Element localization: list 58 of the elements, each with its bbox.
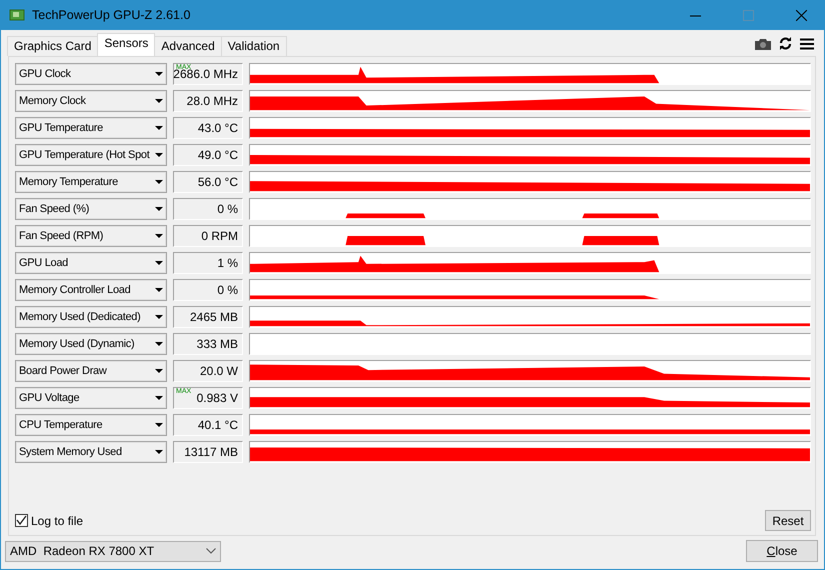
sensor-dropdown[interactable]: Fan Speed (%) [15, 198, 167, 220]
window-title: TechPowerUp GPU-Z 2.61.0 [32, 8, 192, 22]
sensor-dropdown[interactable]: Memory Used (Dynamic) [15, 333, 167, 355]
camera-icon[interactable] [755, 38, 771, 50]
sensor-reading: 43.0 °C [173, 117, 243, 139]
close-icon[interactable] [796, 10, 806, 20]
sensor-reading: 49.0 °C [173, 144, 243, 166]
sensor-dropdown[interactable]: Board Power Draw [15, 360, 167, 382]
close-button[interactable]: Close [746, 540, 818, 562]
sensor-reading: 0 RPM [173, 225, 243, 247]
caret-icon [155, 72, 163, 76]
caret-icon [155, 342, 163, 346]
caret-icon [155, 450, 163, 454]
checkbox-label: Log to file [31, 514, 84, 528]
tab[interactable]: Validation [220, 36, 287, 56]
sensor-dropdown[interactable]: GPU Clock [15, 63, 167, 85]
chevron-icon [206, 548, 216, 554]
sensor-reading: 0 % [173, 279, 243, 301]
caret-icon [155, 234, 163, 238]
sensor-dropdown[interactable]: GPU Load [15, 252, 167, 274]
sensor-dropdown[interactable]: GPU Voltage [15, 387, 167, 409]
caret-icon [155, 368, 163, 374]
graphics-card-icon [9, 8, 25, 22]
refresh-icon[interactable] [779, 37, 792, 50]
sensor-dropdown[interactable]: GPU Temperature [15, 117, 167, 139]
sensor-dropdown[interactable]: Memory Controller Load [15, 279, 167, 301]
caret-icon [155, 206, 163, 212]
reset-button[interactable]: Reset [765, 510, 811, 531]
sensor-reading: 20.0 W [173, 360, 243, 382]
sensor-reading: 56.0 °C [173, 171, 243, 193]
caret-icon [155, 126, 163, 130]
sensor-reading: 13117 MB [173, 441, 243, 463]
tab[interactable]: Graphics Card [7, 36, 98, 56]
caret-icon [155, 260, 163, 266]
caret-icon [155, 314, 163, 320]
sensor-reading: 333 MB [173, 333, 243, 355]
sensor-reading: 28.0 MHz [173, 90, 243, 112]
sensor-dropdown[interactable]: CPU Temperature [15, 414, 167, 436]
checkbox[interactable] [15, 514, 28, 527]
sensor-reading: 2465 MB [173, 306, 243, 328]
sensor-dropdown[interactable]: Memory Temperature [15, 171, 167, 193]
caret-icon [155, 98, 163, 104]
sensor-reading: 0 % [173, 198, 243, 220]
sensor-reading: 1 % [173, 252, 243, 274]
sensor-dropdown[interactable]: Fan Speed (RPM) [15, 225, 167, 247]
sensor-dropdown[interactable]: Memory Clock [15, 90, 167, 112]
menu-icon[interactable] [800, 38, 814, 50]
gpu-dropdown[interactable]: AMD Radeon RX 7800 XT [5, 540, 221, 562]
sensor-dropdown[interactable]: System Memory Used [15, 441, 167, 463]
caret-icon [155, 422, 163, 428]
tab[interactable]: Sensors [97, 33, 156, 56]
caret-icon [155, 396, 163, 400]
sensor-dropdown[interactable]: Memory Used (Dedicated) [15, 306, 167, 328]
sensor-reading: 40.1 °C [173, 414, 243, 436]
caret-icon [155, 180, 163, 184]
caret-icon [155, 152, 163, 158]
caret-icon [155, 288, 163, 292]
sensor-dropdown[interactable]: GPU Temperature (Hot Spot [15, 144, 167, 166]
